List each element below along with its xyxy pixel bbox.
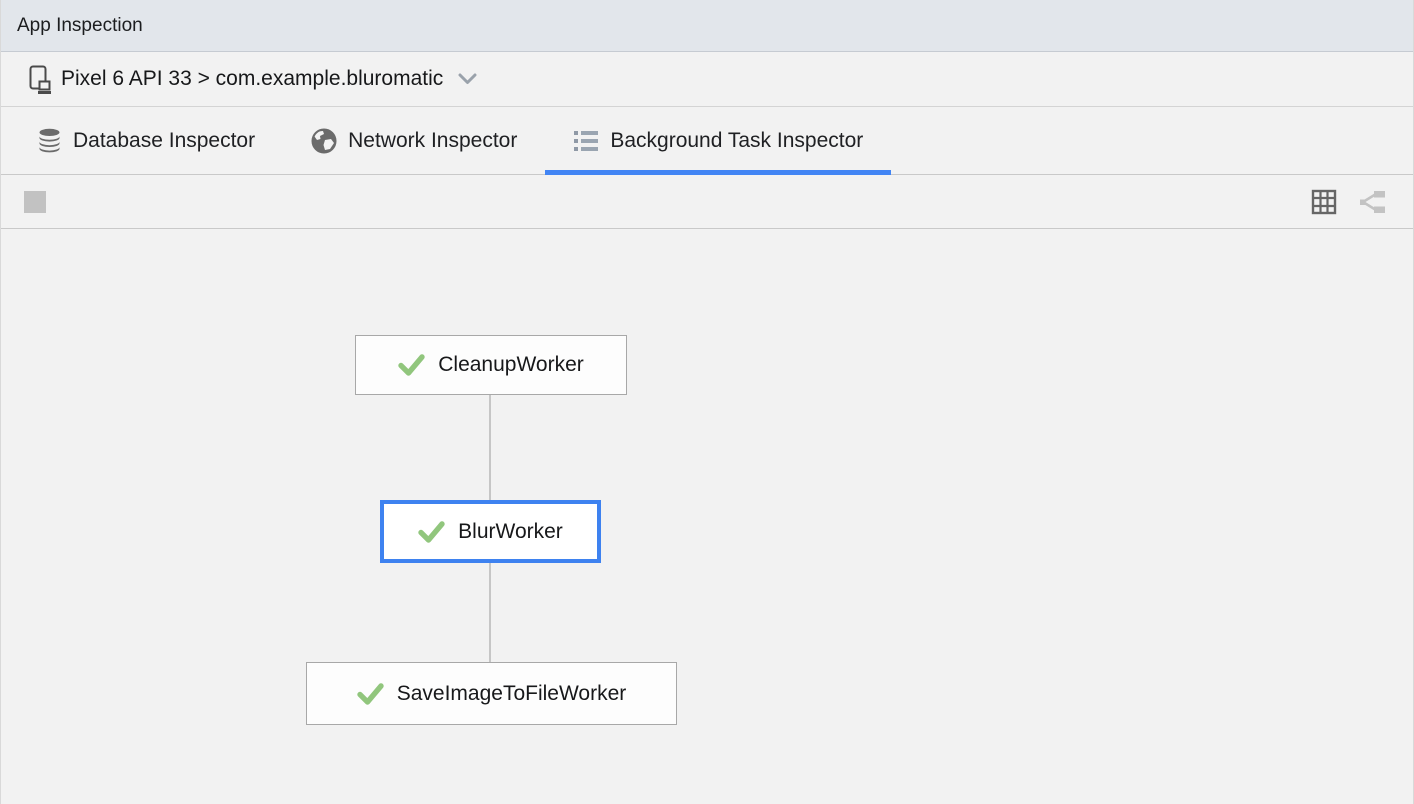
- device-process-selector[interactable]: Pixel 6 API 33 > com.example.bluromatic: [1, 52, 1413, 107]
- worker-node-label: CleanupWorker: [438, 353, 584, 377]
- tab-database-inspector[interactable]: Database Inspector: [9, 107, 283, 174]
- edge-cleanup-to-blur: [489, 395, 491, 501]
- inspector-tabs: Database Inspector Network Inspector Bac…: [1, 107, 1413, 175]
- graph-view-button[interactable]: [1355, 185, 1389, 219]
- worker-node-cleanupworker[interactable]: CleanupWorker: [355, 335, 627, 395]
- success-check-icon: [418, 521, 445, 543]
- success-check-icon: [357, 683, 384, 705]
- worker-node-label: BlurWorker: [458, 520, 563, 544]
- graph-view-icon: [1358, 190, 1386, 214]
- device-icon: [27, 64, 54, 95]
- device-process-label: Pixel 6 API 33 > com.example.bluromatic: [61, 67, 443, 91]
- panel-header: App Inspection: [1, 0, 1413, 52]
- tab-label: Database Inspector: [73, 129, 255, 153]
- success-check-icon: [398, 354, 425, 376]
- chevron-down-icon: [458, 73, 477, 85]
- panel-title: App Inspection: [17, 15, 143, 37]
- inspector-toolbar: [1, 175, 1413, 229]
- globe-icon: [311, 128, 337, 154]
- table-view-icon: [1311, 189, 1337, 215]
- tab-label: Background Task Inspector: [610, 129, 863, 153]
- table-view-button[interactable]: [1307, 185, 1341, 219]
- tab-network-inspector[interactable]: Network Inspector: [283, 107, 545, 174]
- work-graph-canvas[interactable]: CleanupWorker BlurWorker SaveImageToFile…: [1, 229, 1413, 800]
- tab-label: Network Inspector: [348, 129, 517, 153]
- tab-background-task-inspector[interactable]: Background Task Inspector: [545, 107, 891, 174]
- list-icon: [573, 129, 599, 153]
- worker-node-label: SaveImageToFileWorker: [397, 682, 627, 706]
- worker-node-blurworker[interactable]: BlurWorker: [380, 500, 601, 563]
- edge-blur-to-save: [489, 561, 491, 663]
- worker-node-saveimagetofileworker[interactable]: SaveImageToFileWorker: [306, 662, 677, 725]
- database-icon: [37, 128, 62, 154]
- stop-icon[interactable]: [24, 191, 46, 213]
